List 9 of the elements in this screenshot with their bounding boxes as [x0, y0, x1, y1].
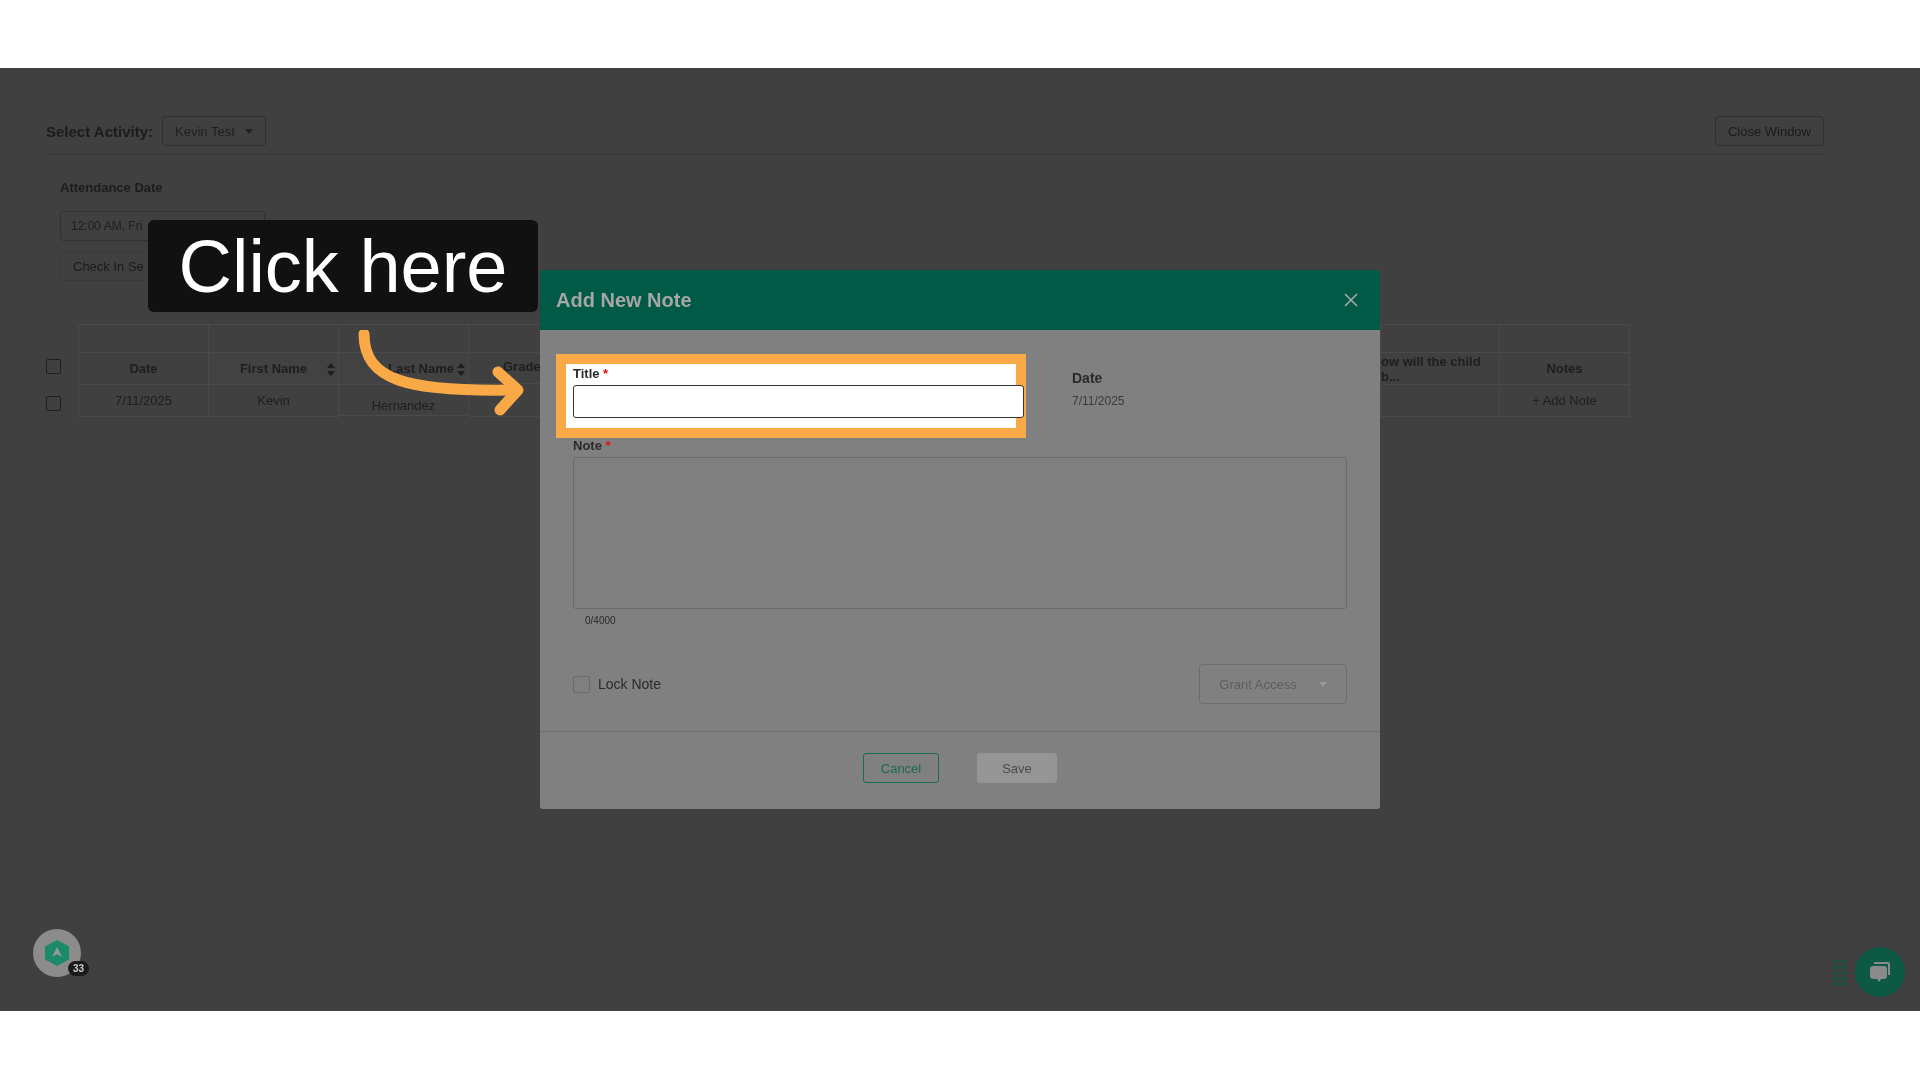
- field-label: Note *: [573, 438, 612, 453]
- date-value: 7/11/2025: [1072, 394, 1125, 408]
- character-counter: 0/4000: [585, 615, 617, 626]
- date-label: Date: [1072, 370, 1104, 386]
- lock-note-label: Lock Note: [598, 676, 662, 692]
- click-here-tooltip: Click here: [148, 220, 538, 312]
- modal-title: Add New Note: [556, 288, 692, 312]
- field-label: Title *: [573, 366, 610, 381]
- notification-count: 33: [68, 961, 90, 976]
